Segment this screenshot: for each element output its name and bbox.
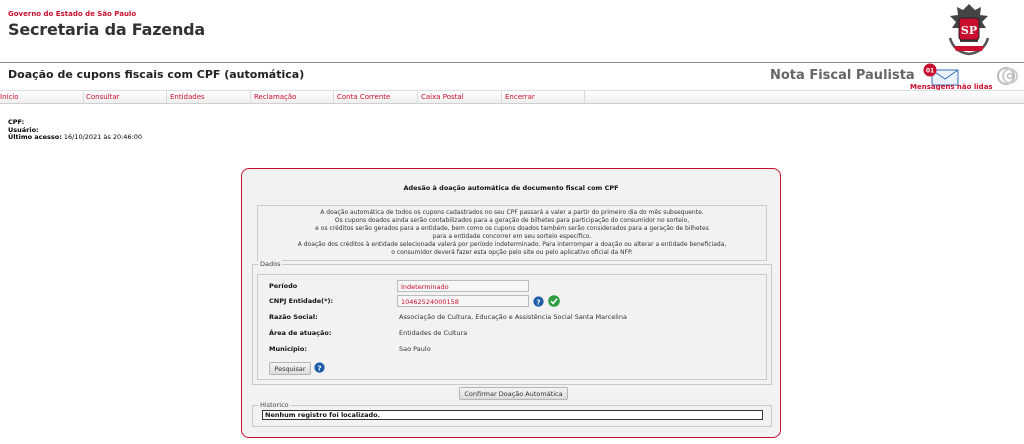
menu-separator [501,91,502,104]
menu-item-reclamacao[interactable]: Reclamação [254,93,296,101]
confirm-donation-button[interactable]: Confirmar Doação Automática [459,387,568,400]
area-atuacao-label: Área de atuação: [269,329,332,337]
menu-separator [83,91,84,104]
menu-separator [584,91,585,104]
dados-box: Período Indeterminado CNPJ Entidade(*): … [257,274,767,380]
area-atuacao-value: Entidades de Cultura [399,329,468,337]
user-info: CPF: Usuário: Último acesso: 16/10/2021 … [8,118,143,142]
info-line: e os créditos serão gerados para a entid… [315,225,709,232]
ultimo-acesso-label: Último acesso: [8,133,62,141]
menu-separator [333,91,334,104]
menu-item-consultar[interactable]: Consultar [86,93,120,101]
government-label: Governo do Estado de São Paulo [8,10,137,18]
menu-item-entidades[interactable]: Entidades [170,93,205,101]
app-name: Nota Fiscal Paulista [770,68,915,83]
sp-crest-icon: SP [948,4,990,56]
help-icon[interactable]: ? [314,362,325,373]
info-line: o consumidor deverá fazer esta opção pel… [391,249,633,256]
secretaria-logo-text[interactable]: Secretaria da Fazenda [8,20,205,39]
crest-text: SP [961,24,977,37]
page-title: Doação de cupons fiscais com CPF (automá… [8,68,305,81]
dados-legend: Dados [258,260,283,268]
info-line: A doação automática de todos os cupons c… [320,209,704,216]
cnpj-field[interactable]: 10462524000158 [397,295,529,307]
info-line: A doação dos créditos à entidade selecio… [297,241,727,248]
menu-separator [417,91,418,104]
menu-item-caixa-postal[interactable]: Caixa Postal [421,93,464,101]
adhesion-panel: Adesão à doação automática de documento … [241,168,781,438]
main-menu: Início Consultar Entidades Reclamação Co… [0,90,1024,104]
menu-separator [250,91,251,104]
ultimo-acesso-row: Último acesso: 16/10/2021 às 20:46:00 [8,133,143,142]
historico-legend: Historico [258,401,291,409]
site-header: Governo do Estado de São Paulo Secretari… [0,0,1024,62]
periodo-field[interactable]: Indeterminado [397,280,529,292]
municipio-label: Município: [269,345,307,353]
ultimo-acesso-value: 16/10/2021 às 20:46:00 [63,133,143,141]
messages-count-badge: 01 [926,68,934,75]
menu-separator [166,91,167,104]
check-icon[interactable] [548,295,560,307]
pesquisar-button[interactable]: Pesquisar [269,362,311,375]
menu-item-encerrar[interactable]: Encerrar [505,93,535,101]
info-line: Os cupons doados ainda serão contabiliza… [334,217,690,224]
periodo-label: Período [269,282,298,290]
title-bar: Doação de cupons fiscais com CPF (automá… [0,62,1024,91]
at-sign-icon[interactable] [996,66,1020,86]
menu-item-conta-corrente[interactable]: Conta Corrente [337,93,390,101]
historico-table: Nenhum registro foi localizado. [262,410,763,420]
municipio-value: Sao Paulo [399,345,431,353]
info-box: A doação automática de todos os cupons c… [257,205,767,261]
help-icon[interactable]: ? [533,296,544,307]
svg-text:?: ? [536,297,540,306]
menu-item-inicio[interactable]: Início [0,93,19,101]
razao-social-value: Associação de Cultura, Educação e Assist… [399,313,627,321]
cnpj-label: CNPJ Entidade(*): [269,297,334,305]
svg-text:?: ? [317,363,321,372]
panel-title: Adesão à doação automática de documento … [403,184,619,192]
razao-social-label: Razão Social: [269,313,318,321]
info-line: para a entidade concorrer em seu sorteio… [432,233,592,240]
